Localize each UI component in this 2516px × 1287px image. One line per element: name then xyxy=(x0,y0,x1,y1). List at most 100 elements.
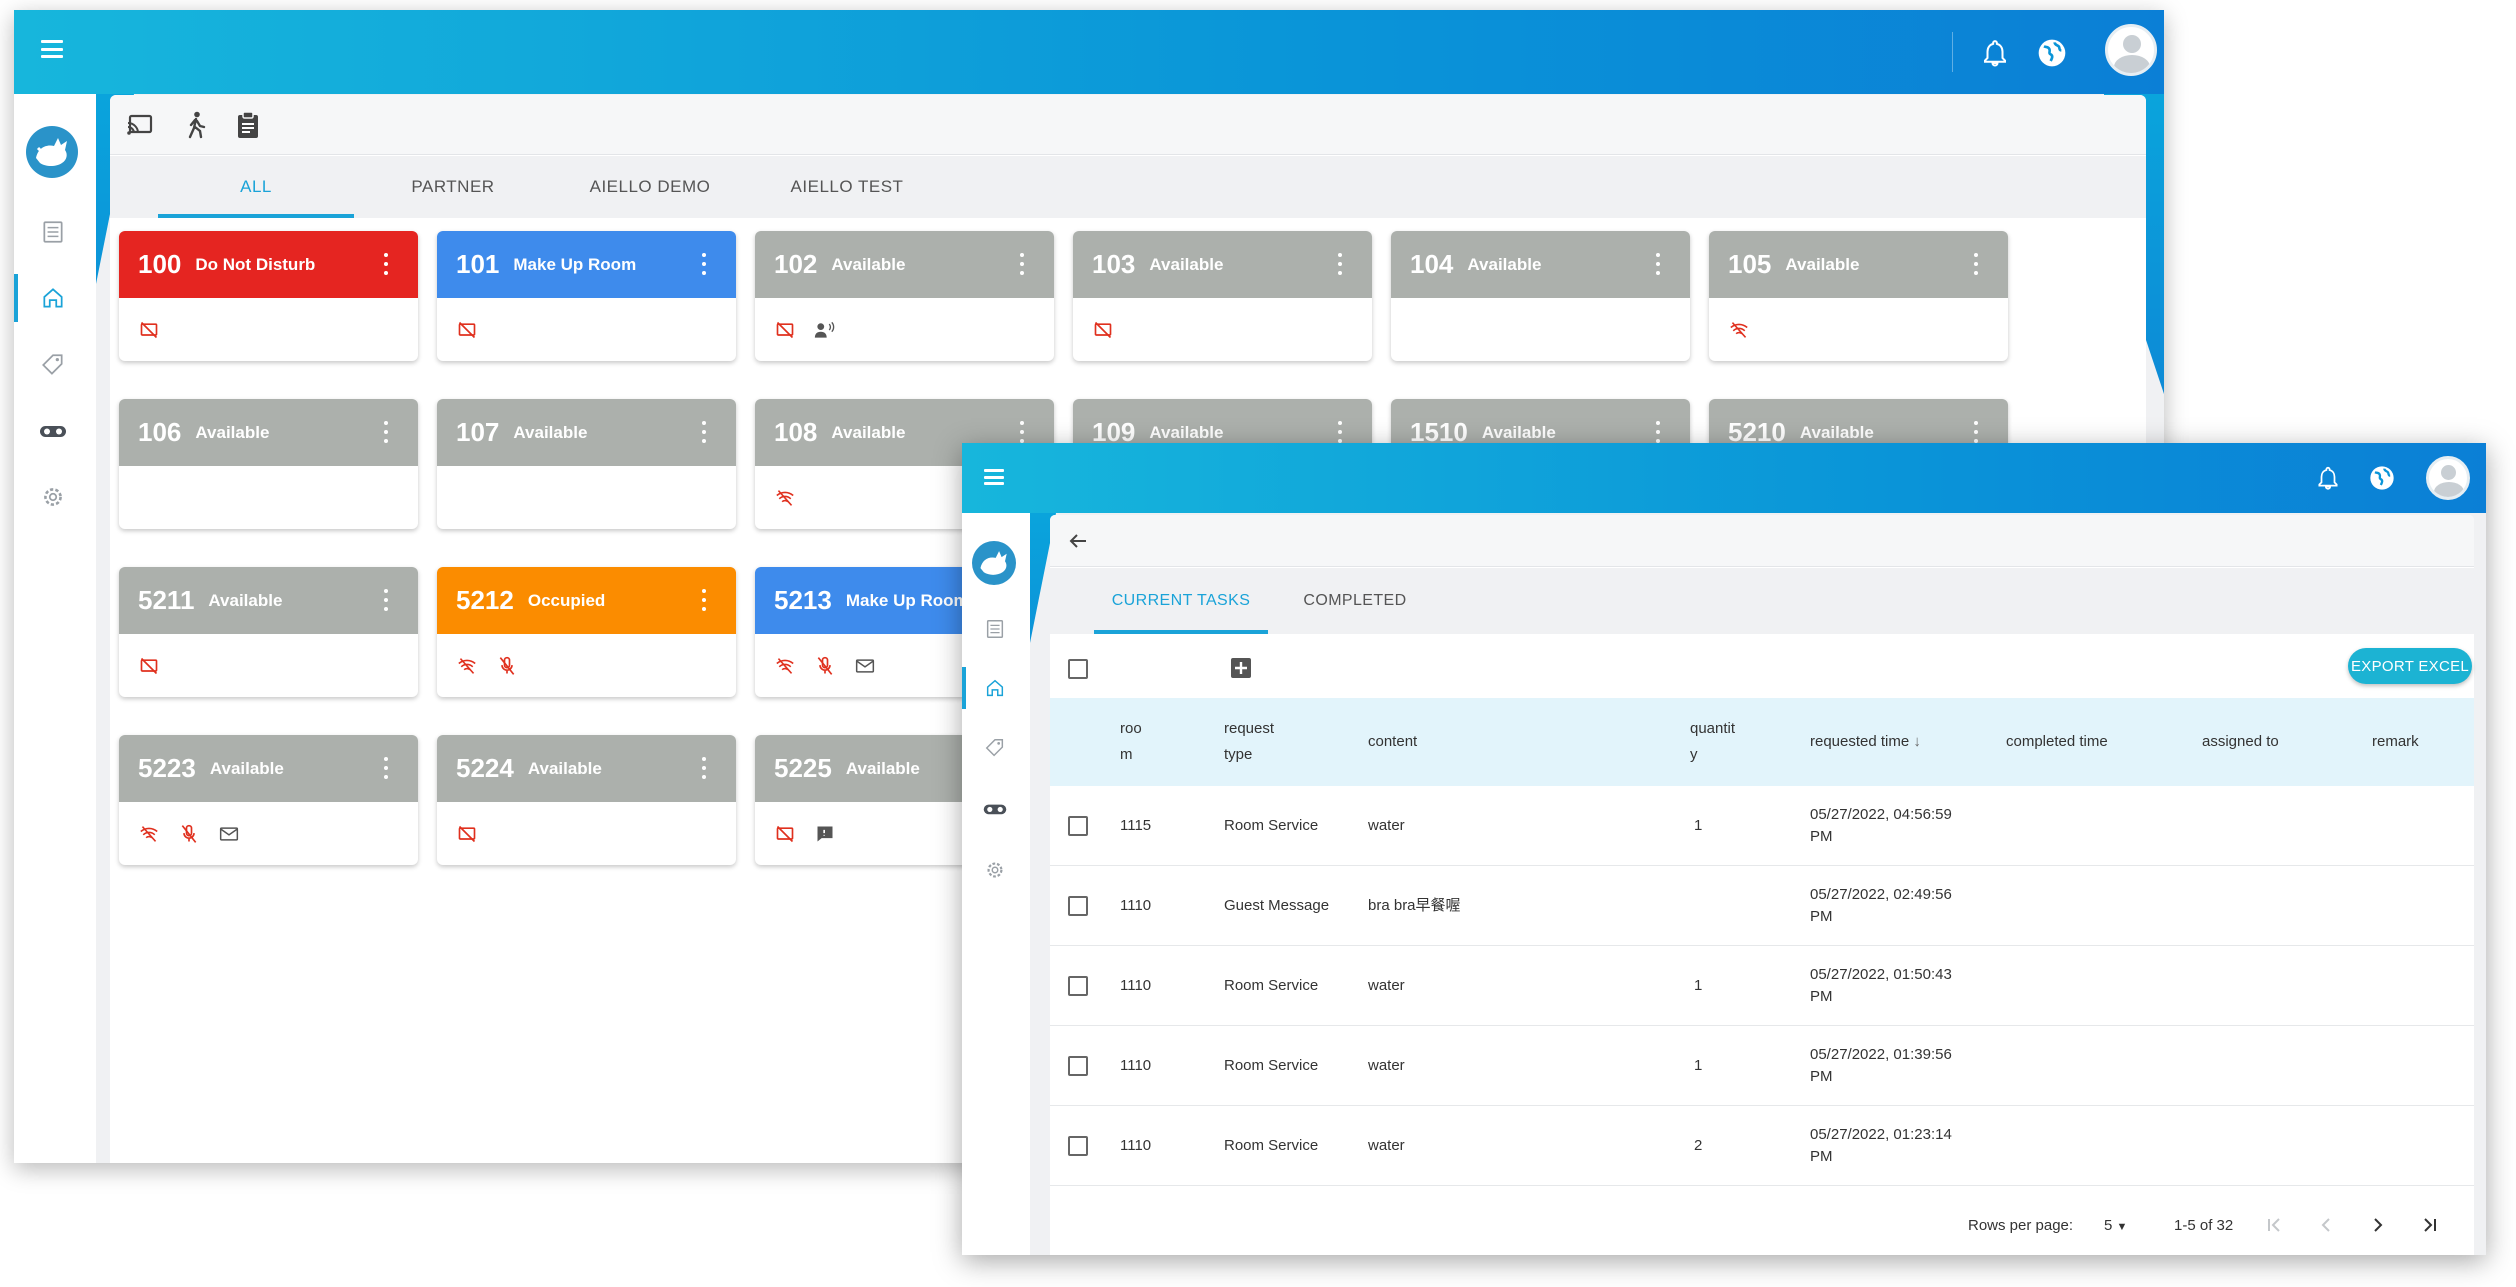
more-vert-icon[interactable] xyxy=(1020,421,1024,443)
room-card[interactable]: 105 Available xyxy=(1709,231,2008,361)
room-card[interactable]: 104 Available xyxy=(1391,231,1690,361)
list-icon[interactable] xyxy=(40,219,66,245)
globe-icon[interactable] xyxy=(2036,37,2068,69)
more-vert-icon[interactable] xyxy=(1656,253,1660,275)
room-card[interactable]: 102 Available xyxy=(755,231,1054,361)
more-vert-icon[interactable] xyxy=(1974,421,1978,443)
more-vert-icon[interactable] xyxy=(384,253,388,275)
row-checkbox[interactable] xyxy=(1068,1056,1088,1076)
more-vert-icon[interactable] xyxy=(1656,421,1660,443)
table-row[interactable]: 1110 Room Service water 1 05/27/2022, 01:50:… xyxy=(1050,946,2474,1026)
menu-icon[interactable] xyxy=(41,40,63,58)
clipboard-icon[interactable] xyxy=(232,109,264,141)
cell-quantity: 1 xyxy=(1694,977,1703,994)
last-page-icon[interactable] xyxy=(2420,1215,2440,1235)
top-app-bar xyxy=(962,443,2486,513)
row-checkbox[interactable] xyxy=(1068,896,1088,916)
more-vert-icon[interactable] xyxy=(702,253,706,275)
more-vert-icon[interactable] xyxy=(1338,253,1342,275)
more-vert-icon[interactable] xyxy=(1338,421,1342,443)
column-header-assigned-to[interactable]: assigned to xyxy=(2202,729,2279,755)
tab-aiello-demo[interactable]: AIELLO DEMO xyxy=(552,156,748,218)
rhino-logo-icon xyxy=(972,541,1016,585)
tab-aiello-test[interactable]: AIELLO TEST xyxy=(749,156,945,218)
toggle-icon[interactable] xyxy=(982,799,1008,819)
room-card[interactable]: 100 Do Not Disturb xyxy=(119,231,418,361)
pagination-range: 1-5 of 32 xyxy=(2174,1217,2234,1234)
row-checkbox[interactable] xyxy=(1068,816,1088,836)
tab-current-tasks[interactable]: CURRENT TASKS xyxy=(1094,568,1268,634)
message-icon xyxy=(813,822,837,846)
home-icon[interactable] xyxy=(40,285,66,311)
more-vert-icon[interactable] xyxy=(1020,253,1024,275)
back-arrow-icon[interactable] xyxy=(1066,529,1090,553)
room-card[interactable]: 5211 Available xyxy=(119,567,418,697)
column-header-quantity[interactable]: quantit y xyxy=(1690,716,1735,768)
room-card[interactable]: 5224 Available xyxy=(437,735,736,865)
column-header-room[interactable]: roo m xyxy=(1120,716,1142,768)
walking-person-icon[interactable] xyxy=(180,109,212,141)
tab-all[interactable]: ALL xyxy=(158,156,354,218)
mic-off-icon xyxy=(813,654,837,678)
list-icon[interactable] xyxy=(984,618,1006,640)
more-vert-icon[interactable] xyxy=(384,757,388,779)
room-card[interactable]: 5212 Occupied xyxy=(437,567,736,697)
room-card[interactable]: 103 Available xyxy=(1073,231,1372,361)
gear-icon[interactable] xyxy=(40,484,66,510)
row-checkbox[interactable] xyxy=(1068,976,1088,996)
room-status: Available xyxy=(845,758,920,778)
room-card-header: 107 Available xyxy=(437,399,736,466)
cast-icon[interactable] xyxy=(124,109,156,141)
tag-icon[interactable] xyxy=(984,737,1006,759)
export-excel-button[interactable]: EXPORT EXCEL xyxy=(2348,648,2472,684)
column-header-request-type[interactable]: request type xyxy=(1224,716,1274,768)
first-page-icon[interactable] xyxy=(2264,1215,2284,1235)
next-page-icon[interactable] xyxy=(2368,1215,2388,1235)
more-vert-icon[interactable] xyxy=(702,589,706,611)
column-header-completed-time[interactable]: completed time xyxy=(2006,729,2108,755)
gear-icon[interactable] xyxy=(984,859,1006,881)
more-vert-icon[interactable] xyxy=(384,421,388,443)
column-header-requested-time[interactable]: requested time ↓ xyxy=(1810,729,1921,755)
room-card-status-icons xyxy=(1073,298,1372,361)
cell-content: bra bra早餐喔 xyxy=(1368,897,1461,914)
room-card[interactable]: 107 Available xyxy=(437,399,736,529)
cell-requested-time: 05/27/2022, 01:23:14 PM xyxy=(1810,1126,1952,1165)
cell-quantity: 1 xyxy=(1694,817,1703,834)
tab-completed[interactable]: COMPLETED xyxy=(1268,568,1442,634)
room-status: Available xyxy=(195,422,270,442)
rows-per-page-select[interactable]: 5 ▼ xyxy=(2104,1217,2127,1234)
room-status: Available xyxy=(831,254,906,274)
room-card[interactable]: 106 Available xyxy=(119,399,418,529)
more-vert-icon[interactable] xyxy=(702,757,706,779)
column-header-remark[interactable]: remark xyxy=(2372,729,2419,755)
select-all-checkbox[interactable] xyxy=(1068,659,1088,679)
globe-icon[interactable] xyxy=(2368,464,2396,492)
add-task-icon[interactable] xyxy=(1230,657,1252,679)
room-card-status-icons xyxy=(755,298,1054,361)
table-row[interactable]: 1110 Room Service water 2 05/27/2022, 01:23:… xyxy=(1050,1106,2474,1186)
avatar[interactable] xyxy=(2426,456,2470,500)
table-row[interactable]: 1110 Room Service water 1 05/27/2022, 01:39:… xyxy=(1050,1026,2474,1106)
menu-icon[interactable] xyxy=(984,469,1004,485)
prev-page-icon[interactable] xyxy=(2316,1215,2336,1235)
tab-partner[interactable]: PARTNER xyxy=(355,156,551,218)
more-vert-icon[interactable] xyxy=(702,421,706,443)
room-card[interactable]: 5223 Available xyxy=(119,735,418,865)
cell-content: water xyxy=(1368,1137,1405,1154)
avatar[interactable] xyxy=(2105,24,2157,76)
home-icon[interactable] xyxy=(984,677,1006,699)
table-row[interactable]: 1115 Room Service water 1 05/27/2022, 04:56:… xyxy=(1050,786,2474,866)
cell-request-type: Room Service xyxy=(1224,1057,1319,1074)
tag-icon[interactable] xyxy=(40,352,66,378)
room-card[interactable]: 101 Make Up Room xyxy=(437,231,736,361)
table-row[interactable]: 1110 Guest Message bra bra早餐喔 05/27/2022, 0… xyxy=(1050,866,2474,946)
more-vert-icon[interactable] xyxy=(1974,253,1978,275)
bell-icon[interactable] xyxy=(2315,465,2341,491)
toggle-icon[interactable] xyxy=(38,420,68,442)
more-vert-icon[interactable] xyxy=(384,589,388,611)
cell-request-type: Room Service xyxy=(1224,817,1319,834)
row-checkbox[interactable] xyxy=(1068,1136,1088,1156)
bell-icon[interactable] xyxy=(1980,38,2010,68)
column-header-content[interactable]: content xyxy=(1368,729,1417,755)
